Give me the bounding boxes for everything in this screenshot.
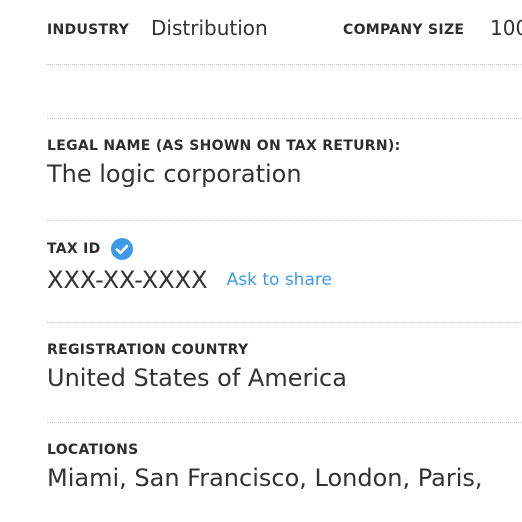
divider bbox=[47, 422, 522, 423]
divider bbox=[47, 118, 522, 119]
legal-name-value: The logic corporation bbox=[47, 160, 302, 188]
company-size-value: 100 bbox=[490, 16, 522, 40]
locations-label: LOCATIONS bbox=[47, 442, 139, 458]
legal-name-field: LEGAL NAME (AS SHOWN ON TAX RETURN): The… bbox=[47, 136, 522, 190]
registration-country-label: REGISTRATION COUNTRY bbox=[47, 342, 249, 358]
locations-value: Miami, San Francisco, London, Paris, bbox=[47, 464, 483, 492]
divider bbox=[47, 322, 522, 323]
tax-id-label: TAX ID bbox=[47, 241, 101, 257]
company-summary-row: INDUSTRY Distribution COMPANY SIZE 100 bbox=[47, 16, 522, 44]
divider bbox=[47, 64, 522, 65]
company-details-panel: INDUSTRY Distribution COMPANY SIZE 100 L… bbox=[0, 0, 522, 522]
industry-value: Distribution bbox=[151, 16, 268, 40]
tax-id-field: TAX ID XXX-XX-XXXX Ask to share bbox=[47, 238, 522, 296]
company-size-label: COMPANY SIZE bbox=[343, 22, 465, 38]
industry-label: INDUSTRY bbox=[47, 22, 130, 38]
tax-id-value: XXX-XX-XXXX bbox=[47, 266, 208, 294]
registration-country-field: REGISTRATION COUNTRY United States of Am… bbox=[47, 340, 522, 394]
locations-field: LOCATIONS Miami, San Francisco, London, … bbox=[47, 440, 522, 494]
ask-to-share-link[interactable]: Ask to share bbox=[227, 270, 332, 290]
check-circle-icon bbox=[110, 238, 133, 260]
legal-name-label: LEGAL NAME (AS SHOWN ON TAX RETURN): bbox=[47, 138, 401, 154]
divider bbox=[47, 220, 522, 221]
registration-country-value: United States of America bbox=[47, 364, 347, 392]
